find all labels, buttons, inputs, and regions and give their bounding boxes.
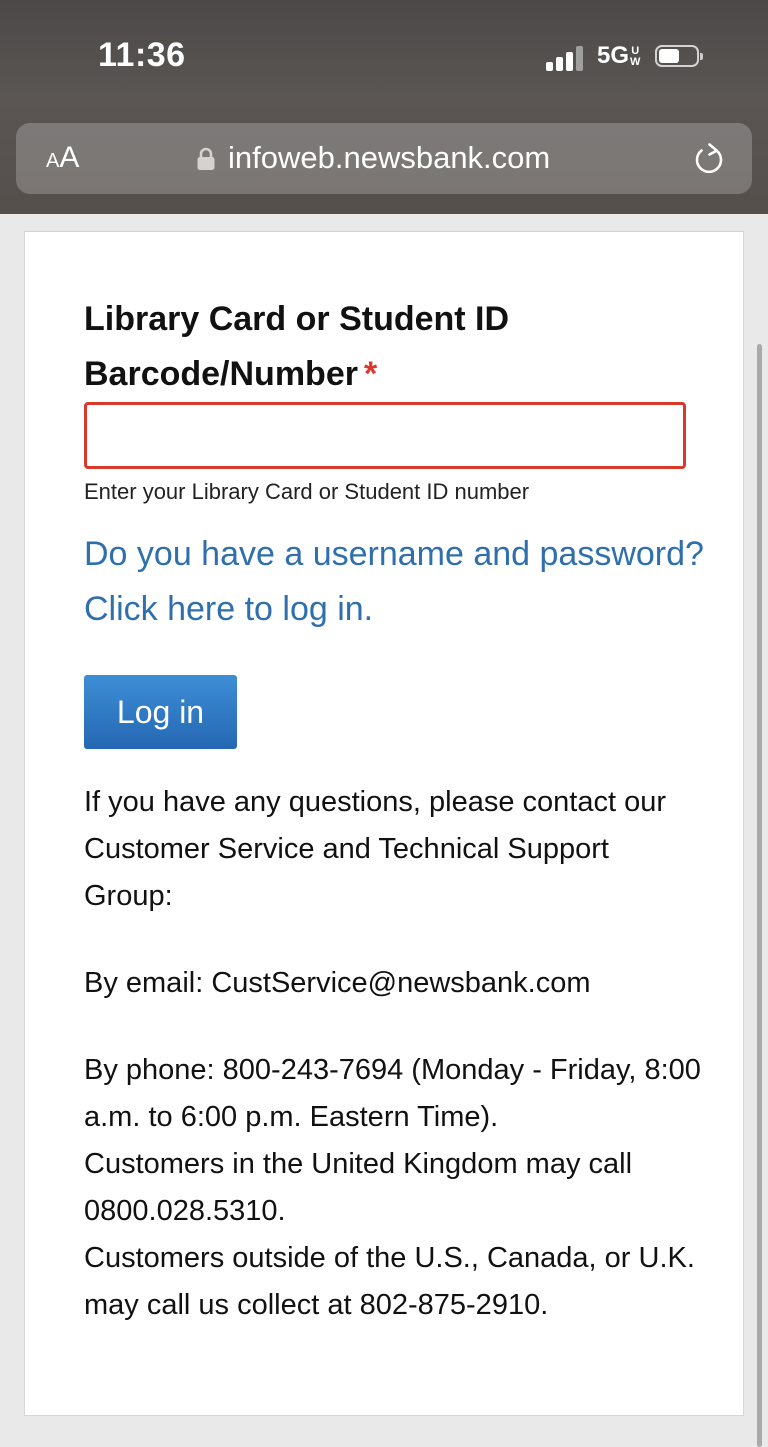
card-number-label-line2: Barcode/Number xyxy=(84,355,358,393)
network-label: 5G xyxy=(597,42,630,69)
text-size-button[interactable]: AA xyxy=(46,143,79,176)
support-phone-intl: Customers outside of the U.S., Canada, o… xyxy=(84,1242,695,1321)
network-suffix: UW xyxy=(630,46,640,68)
support-phone-us: By phone: 800-243-7694 (Monday - Friday,… xyxy=(84,1054,701,1133)
page-scrollbar[interactable] xyxy=(757,344,762,1447)
cellular-signal-icon xyxy=(546,45,586,71)
support-email: By email: CustService@newsbank.com xyxy=(84,967,591,999)
support-phone-uk: Customers in the United Kingdom may call… xyxy=(84,1148,633,1227)
login-button[interactable]: Log in xyxy=(84,675,237,749)
login-card: Library Card or Student ID Barcode/Numbe… xyxy=(24,231,744,1416)
network-indicator: 5G U W xyxy=(597,42,640,72)
card-number-hint: Enter your Library Card or Student ID nu… xyxy=(84,479,530,504)
lock-icon xyxy=(197,147,215,170)
address-bar[interactable]: AA infoweb.newsbank.com xyxy=(16,123,752,194)
required-marker: * xyxy=(363,355,378,393)
card-number-label-line1: Library Card or Student ID xyxy=(84,300,510,338)
card-number-input[interactable] xyxy=(84,402,686,469)
battery-icon xyxy=(655,45,703,69)
card-number-label: Library Card or Student ID Barcode/Numbe… xyxy=(84,292,704,402)
username-password-login-link[interactable]: Do you have a username and password? Cli… xyxy=(84,527,704,637)
browser-chrome: 11:36 5G U W AA infoweb.newsbank.com xyxy=(0,0,768,214)
status-time: 11:36 xyxy=(98,36,186,74)
support-intro: If you have any questions, please contac… xyxy=(84,786,666,912)
battery-level xyxy=(659,49,679,63)
reload-icon[interactable] xyxy=(692,141,726,177)
support-phone-block: By phone: 800-243-7694 (Monday - Friday,… xyxy=(84,1047,704,1329)
battery-nub xyxy=(700,53,703,60)
url-text[interactable]: infoweb.newsbank.com xyxy=(228,139,550,177)
login-form: Library Card or Student ID Barcode/Numbe… xyxy=(84,292,704,1329)
network-suffix-bottom: W xyxy=(630,56,641,68)
